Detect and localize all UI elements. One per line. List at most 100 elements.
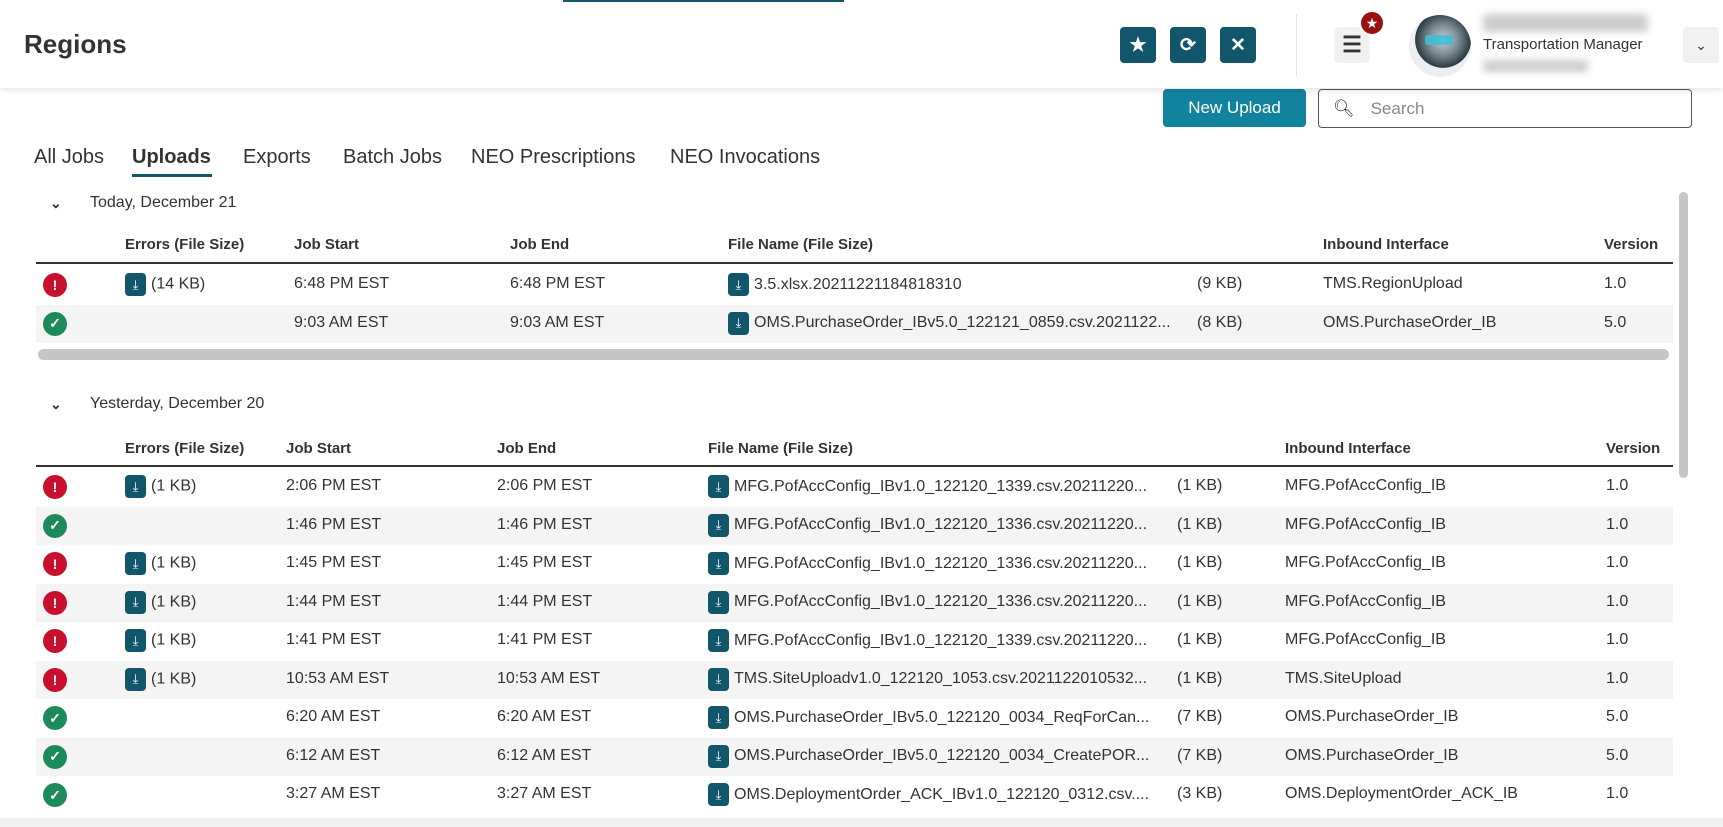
table-row[interactable]: ✓ 9:03 AM EST 9:03 AM EST ⤓ OMS.PurchaseOrde… — [36, 304, 1673, 343]
file-name-cell: ⤓ 3.5.xlsx.20211221184818310 — [728, 273, 962, 296]
download-icon[interactable]: ⤓ — [708, 513, 729, 537]
column-header[interactable]: Job Start — [294, 236, 359, 253]
download-icon[interactable]: ⤓ — [125, 552, 146, 575]
version: 1.0 — [1606, 477, 1629, 494]
column-header[interactable]: Inbound Interface — [1323, 236, 1449, 253]
job-end: 1:41 PM EST — [497, 631, 593, 648]
file-name-link[interactable]: TMS.SiteUploadv1.0_122120_1053.csv.20211… — [734, 670, 1147, 688]
column-header[interactable]: Errors (File Size) — [125, 236, 244, 253]
version: 1.0 — [1606, 554, 1629, 571]
new-upload-button[interactable]: New Upload — [1163, 89, 1306, 127]
download-icon[interactable]: ⤓ — [708, 475, 729, 498]
tab-neo-prescriptions[interactable]: NEO Prescriptions — [471, 146, 636, 169]
table-row[interactable]: ! ⤓ (14 KB) 6:48 PM EST 6:48 PM EST ⤓ 3.5.xlsx… — [36, 266, 1673, 304]
file-name-link[interactable]: MFG.PofAccConfig_IBv1.0_122120_1339.csv.… — [734, 478, 1147, 496]
tab-neo-invocations[interactable]: NEO Invocations — [670, 146, 820, 169]
tab-uploads[interactable]: Uploads — [132, 146, 211, 169]
column-header[interactable]: Version — [1604, 236, 1658, 253]
menu-icon: ☰ — [1342, 32, 1362, 57]
file-size: (1 KB) — [1177, 515, 1223, 533]
favorites-badge[interactable]: ★ — [1359, 10, 1385, 36]
job-end: 6:12 AM EST — [497, 746, 592, 764]
table-row[interactable]: ! ⤓ (1 KB) 1:44 PM EST 1:44 PM EST ⤓ MFG.PofAc… — [36, 583, 1673, 622]
column-header[interactable]: Job End — [510, 236, 569, 253]
table-row[interactable]: ! ⤓ (1 KB) 2:06 PM EST 2:06 PM EST ⤓ MFG.PofAc… — [36, 468, 1673, 506]
job-start: 3:27 AM EST — [286, 785, 381, 802]
job-start: 6:12 AM EST — [286, 746, 381, 764]
version: 5.0 — [1606, 708, 1629, 725]
table-row[interactable]: ✓ 6:12 AM EST 6:12 AM EST ⤓ OMS.PurchaseOrde… — [36, 737, 1673, 776]
file-name-cell: ⤓ TMS.SiteUploadv1.0_122120_1053.csv.2021… — [708, 667, 1147, 691]
file-name-cell: ⤓ MFG.PofAccConfig_IBv1.0_122120_1339.csv… — [708, 475, 1147, 498]
file-name-link[interactable]: MFG.PofAccConfig_IBv1.0_122120_1336.csv.… — [734, 516, 1147, 534]
download-icon[interactable]: ⤓ — [125, 629, 146, 652]
search-input[interactable] — [1370, 98, 1671, 119]
horizontal-scrollbar[interactable] — [38, 349, 1669, 360]
download-icon[interactable]: ⤓ — [125, 590, 146, 614]
search-box[interactable]: 🔍︎ — [1318, 89, 1692, 128]
file-name-link[interactable]: OMS.PurchaseOrder_IBv5.0_122120_0034_Cre… — [734, 747, 1149, 765]
errors-cell: ⤓ (1 KB) — [125, 552, 196, 575]
download-icon[interactable]: ⤓ — [708, 783, 729, 806]
download-icon[interactable]: ⤓ — [708, 706, 729, 729]
inbound-interface: OMS.PurchaseOrder_IB — [1285, 746, 1459, 764]
file-name-link[interactable]: OMS.DeploymentOrder_ACK_IBv1.0_122120_03… — [734, 786, 1149, 804]
user-menu-button[interactable]: ⌄ — [1683, 27, 1719, 63]
group-header[interactable]: ⌄ Yesterday, December 20 — [50, 395, 264, 413]
close-button[interactable]: ✕ — [1220, 27, 1256, 63]
column-header[interactable]: Version — [1606, 440, 1660, 457]
file-size: (7 KB) — [1177, 746, 1223, 764]
table-row[interactable]: ✓ 3:27 AM EST 3:27 AM EST ⤓ OMS.DeploymentOr… — [36, 776, 1673, 814]
tab-exports[interactable]: Exports — [243, 146, 311, 169]
download-icon[interactable]: ⤓ — [728, 273, 749, 296]
column-header[interactable]: File Name (File Size) — [728, 236, 873, 253]
column-header[interactable]: Job Start — [286, 440, 351, 457]
download-icon[interactable]: ⤓ — [708, 629, 729, 652]
group-header[interactable]: ⌄ Today, December 21 — [50, 194, 236, 212]
avatar[interactable] — [1409, 15, 1471, 77]
column-header[interactable]: Errors (File Size) — [125, 440, 244, 457]
column-header[interactable]: Job End — [497, 440, 556, 457]
vertical-scrollbar[interactable] — [1679, 192, 1688, 478]
divider — [1296, 14, 1297, 76]
column-header[interactable]: Inbound Interface — [1285, 440, 1411, 457]
tab-all-jobs[interactable]: All Jobs — [34, 146, 104, 169]
file-name-link[interactable]: 3.5.xlsx.20211221184818310 — [754, 276, 962, 294]
download-icon[interactable]: ⤓ — [125, 667, 146, 691]
file-name-link[interactable]: MFG.PofAccConfig_IBv1.0_122120_1336.csv.… — [734, 555, 1147, 573]
download-icon[interactable]: ⤓ — [125, 273, 146, 296]
errors-cell: ⤓ (1 KB) — [125, 629, 196, 652]
file-name-link[interactable]: MFG.PofAccConfig_IBv1.0_122120_1339.csv.… — [734, 632, 1147, 650]
download-icon[interactable]: ⤓ — [708, 667, 729, 691]
inbound-interface: TMS.RegionUpload — [1323, 275, 1463, 292]
table-row[interactable]: ! ⤓ (1 KB) 1:45 PM EST 1:45 PM EST ⤓ MFG.PofAc… — [36, 545, 1673, 583]
job-start: 10:53 AM EST — [286, 669, 390, 687]
column-header[interactable]: File Name (File Size) — [708, 440, 853, 457]
version: 5.0 — [1604, 313, 1627, 331]
table-row[interactable]: ✓ 1:46 PM EST 1:46 PM EST ⤓ MFG.PofAccConfig… — [36, 506, 1673, 545]
file-name-link[interactable]: MFG.PofAccConfig_IBv1.0_122120_1336.csv.… — [734, 593, 1147, 611]
file-name-link[interactable]: OMS.PurchaseOrder_IBv5.0_122120_0034_Req… — [734, 709, 1149, 727]
file-size: (8 KB) — [1197, 313, 1243, 331]
favorite-button[interactable]: ★ — [1120, 27, 1156, 63]
download-icon[interactable]: ⤓ — [708, 590, 729, 614]
job-end: 3:27 AM EST — [497, 785, 592, 802]
table-row[interactable]: ! ⤓ (1 KB) 1:41 PM EST 1:41 PM EST ⤓ MFG.PofAc… — [36, 622, 1673, 660]
download-icon[interactable]: ⤓ — [708, 552, 729, 575]
errors-cell: ⤓ (1 KB) — [125, 590, 196, 614]
version: 1.0 — [1606, 631, 1629, 648]
tab-batch-jobs[interactable]: Batch Jobs — [343, 146, 442, 169]
group-label: Today, December 21 — [90, 194, 237, 211]
download-icon[interactable]: ⤓ — [708, 744, 729, 768]
errors-cell: ⤓ (1 KB) — [125, 475, 196, 498]
table-row[interactable]: ! ⤓ (1 KB) 10:53 AM EST 10:53 AM EST ⤓ TMS.Sit… — [36, 660, 1673, 699]
search-icon: 🔍︎ — [1333, 98, 1355, 118]
refresh-button[interactable]: ⟳ — [1170, 27, 1206, 63]
file-name-cell: ⤓ MFG.PofAccConfig_IBv1.0_122120_1336.csv… — [708, 513, 1147, 537]
table-row[interactable]: ✓ 6:20 AM EST 6:20 AM EST ⤓ OMS.PurchaseOrde… — [36, 699, 1673, 737]
file-name-cell: ⤓ MFG.PofAccConfig_IBv1.0_122120_1336.csv… — [708, 590, 1147, 614]
version: 5.0 — [1606, 746, 1629, 764]
file-name-link[interactable]: OMS.PurchaseOrder_IBv5.0_122121_0859.csv… — [754, 314, 1171, 332]
download-icon[interactable]: ⤓ — [728, 311, 749, 335]
download-icon[interactable]: ⤓ — [125, 475, 146, 498]
